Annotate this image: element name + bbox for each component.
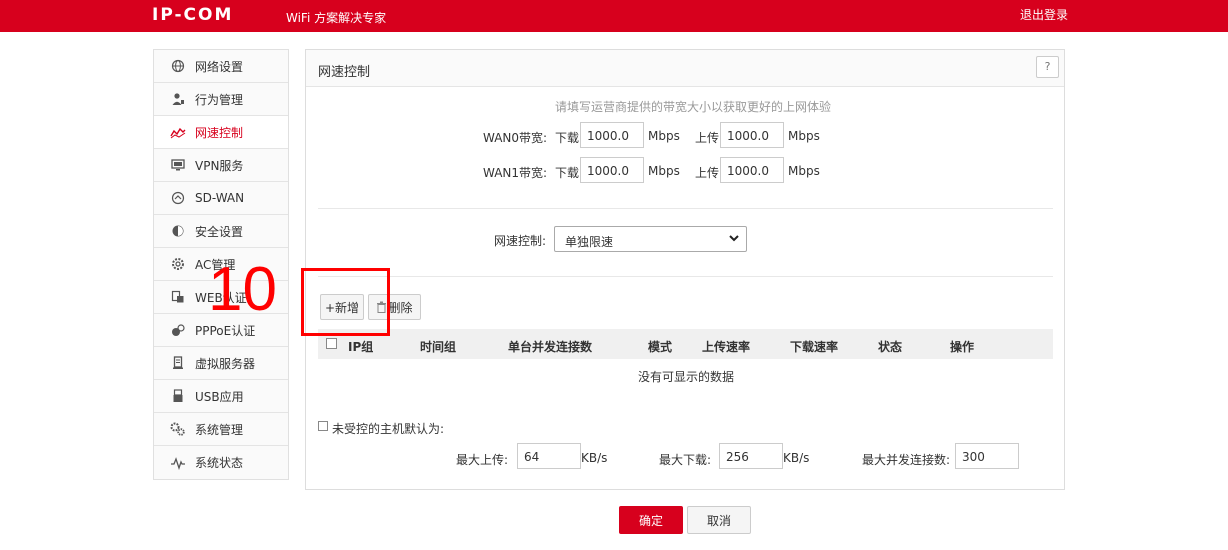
bandwidth-hint: 请填写运营商提供的带宽大小以获取更好的上网体验 xyxy=(555,100,832,114)
sidebar-item-label: 行为管理 xyxy=(195,92,244,107)
web-auth-icon xyxy=(169,289,187,305)
annotation-step-number: 10 xyxy=(208,255,277,324)
wan1-upload-input[interactable]: 1000.0 xyxy=(720,157,784,183)
table-header: IP组 时间组 单台并发连接数 模式 上传速率 下载速率 状态 操作 xyxy=(318,329,1053,359)
max-download-label: 最大下载: xyxy=(659,453,712,467)
max-upload-input[interactable]: 64 xyxy=(517,443,581,469)
sdwan-icon xyxy=(169,190,187,206)
panel-header: 网速控制 ? xyxy=(306,50,1064,87)
sidebar-item-vpn[interactable]: VPN服务 xyxy=(154,149,288,182)
user-manage-icon xyxy=(169,91,187,107)
default-limit-checkbox[interactable] xyxy=(318,421,328,431)
top-header-bar: IP-COM WiFi 方案解决专家 退出登录 xyxy=(0,0,1228,32)
column-actions: 操作 xyxy=(950,340,975,354)
sidebar-item-sdwan[interactable]: SD-WAN xyxy=(154,182,288,215)
max-download-input[interactable]: 256 xyxy=(719,443,783,469)
max-upload-label: 最大上传: xyxy=(456,453,509,467)
max-download-unit: KB/s xyxy=(783,451,810,465)
shield-icon xyxy=(169,223,187,239)
max-connections-input[interactable]: 300 xyxy=(955,443,1019,469)
chevron-down-icon xyxy=(728,232,740,247)
sidebar-item-label: PPPoE认证 xyxy=(195,323,256,338)
default-limit-label: 未受控的主机默认为: xyxy=(332,422,445,436)
column-ip-group: IP组 xyxy=(348,340,374,354)
wan1-upload-unit: Mbps xyxy=(788,164,820,178)
ac-gear-icon xyxy=(169,256,187,272)
wan1-download-input[interactable]: 1000.0 xyxy=(580,157,644,183)
globe-icon xyxy=(169,58,187,74)
wan0-upload-input[interactable]: 1000.0 xyxy=(720,122,784,148)
sidebar-item-network[interactable]: 网络设置 xyxy=(154,50,288,83)
column-max-connections: 单台并发连接数 xyxy=(508,340,593,354)
speed-control-select[interactable]: 单独限速 xyxy=(554,226,747,252)
column-upload-rate: 上传速率 xyxy=(702,340,751,354)
usb-icon xyxy=(169,388,187,404)
sidebar-item-label: 系统管理 xyxy=(195,422,244,437)
sidebar-item-speed-control[interactable]: 网速控制 xyxy=(154,116,288,149)
wan1-label: WAN1带宽: xyxy=(483,166,548,180)
sidebar-item-virtual-server[interactable]: 虚拟服务器 xyxy=(154,347,288,380)
logout-link[interactable]: 退出登录 xyxy=(1020,6,1068,23)
wan1-download-unit: Mbps xyxy=(648,164,680,178)
column-time-group: 时间组 xyxy=(420,340,457,354)
sidebar-item-label: 虚拟服务器 xyxy=(195,356,256,371)
help-button[interactable]: ? xyxy=(1036,56,1059,78)
sidebar-item-label: USB应用 xyxy=(195,389,244,404)
speed-control-selected: 单独限速 xyxy=(565,235,614,249)
cancel-button[interactable]: 取消 xyxy=(687,506,751,534)
monitor-icon xyxy=(169,157,187,173)
sidebar-item-label: 系统状态 xyxy=(195,456,244,470)
wan0-download-label: 下载 xyxy=(555,131,580,145)
wan0-label: WAN0带宽: xyxy=(483,131,548,145)
wan0-download-unit: Mbps xyxy=(648,129,680,143)
sidebar-item-usb[interactable]: USB应用 xyxy=(154,380,288,413)
server-icon xyxy=(169,355,187,371)
column-status: 状态 xyxy=(878,340,903,354)
sidebar-item-system-status[interactable]: 系统状态 xyxy=(154,446,288,479)
divider xyxy=(318,208,1053,209)
speed-wave-icon xyxy=(169,124,187,140)
wan0-download-input[interactable]: 1000.0 xyxy=(580,122,644,148)
wan1-download-label: 下载 xyxy=(555,166,580,180)
wan0-upload-unit: Mbps xyxy=(788,129,820,143)
max-connections-label: 最大并发连接数: xyxy=(862,453,951,467)
sidebar-item-behavior[interactable]: 行为管理 xyxy=(154,83,288,116)
max-upload-unit: KB/s xyxy=(581,451,608,465)
delete-button-label: 删除 xyxy=(388,300,413,315)
pulse-icon xyxy=(169,455,187,471)
select-all-checkbox[interactable] xyxy=(326,338,337,349)
panel-title: 网速控制 xyxy=(318,65,371,80)
column-mode: 模式 xyxy=(648,340,673,354)
sidebar-item-label: 网速控制 xyxy=(195,125,244,140)
table-empty-message: 没有可显示的数据 xyxy=(637,370,734,384)
sidebar-item-label: 安全设置 xyxy=(195,224,244,239)
speed-control-panel: 网速控制 ? 请填写运营商提供的带宽大小以获取更好的上网体验 WAN0带宽: 下… xyxy=(305,49,1065,490)
annotation-highlight-box xyxy=(301,268,390,336)
column-download-rate: 下载速率 xyxy=(790,340,839,354)
pppoe-icon xyxy=(169,322,187,338)
brand-logo: IP-COM xyxy=(152,5,234,25)
wan1-upload-label: 上传 xyxy=(695,166,720,180)
brand-slogan: WiFi 方案解决专家 xyxy=(286,11,387,25)
sidebar-item-label: VPN服务 xyxy=(195,158,244,173)
confirm-button[interactable]: 确定 xyxy=(619,506,683,534)
divider xyxy=(318,276,1053,277)
sidebar-item-system-manage[interactable]: 系统管理 xyxy=(154,413,288,446)
gears-icon xyxy=(169,421,187,437)
sidebar-item-label: 网络设置 xyxy=(195,59,244,74)
sidebar-item-security[interactable]: 安全设置 xyxy=(154,215,288,248)
sidebar-item-label: SD-WAN xyxy=(195,191,245,205)
wan0-upload-label: 上传 xyxy=(695,131,720,145)
speed-control-label: 网速控制: xyxy=(494,234,547,248)
